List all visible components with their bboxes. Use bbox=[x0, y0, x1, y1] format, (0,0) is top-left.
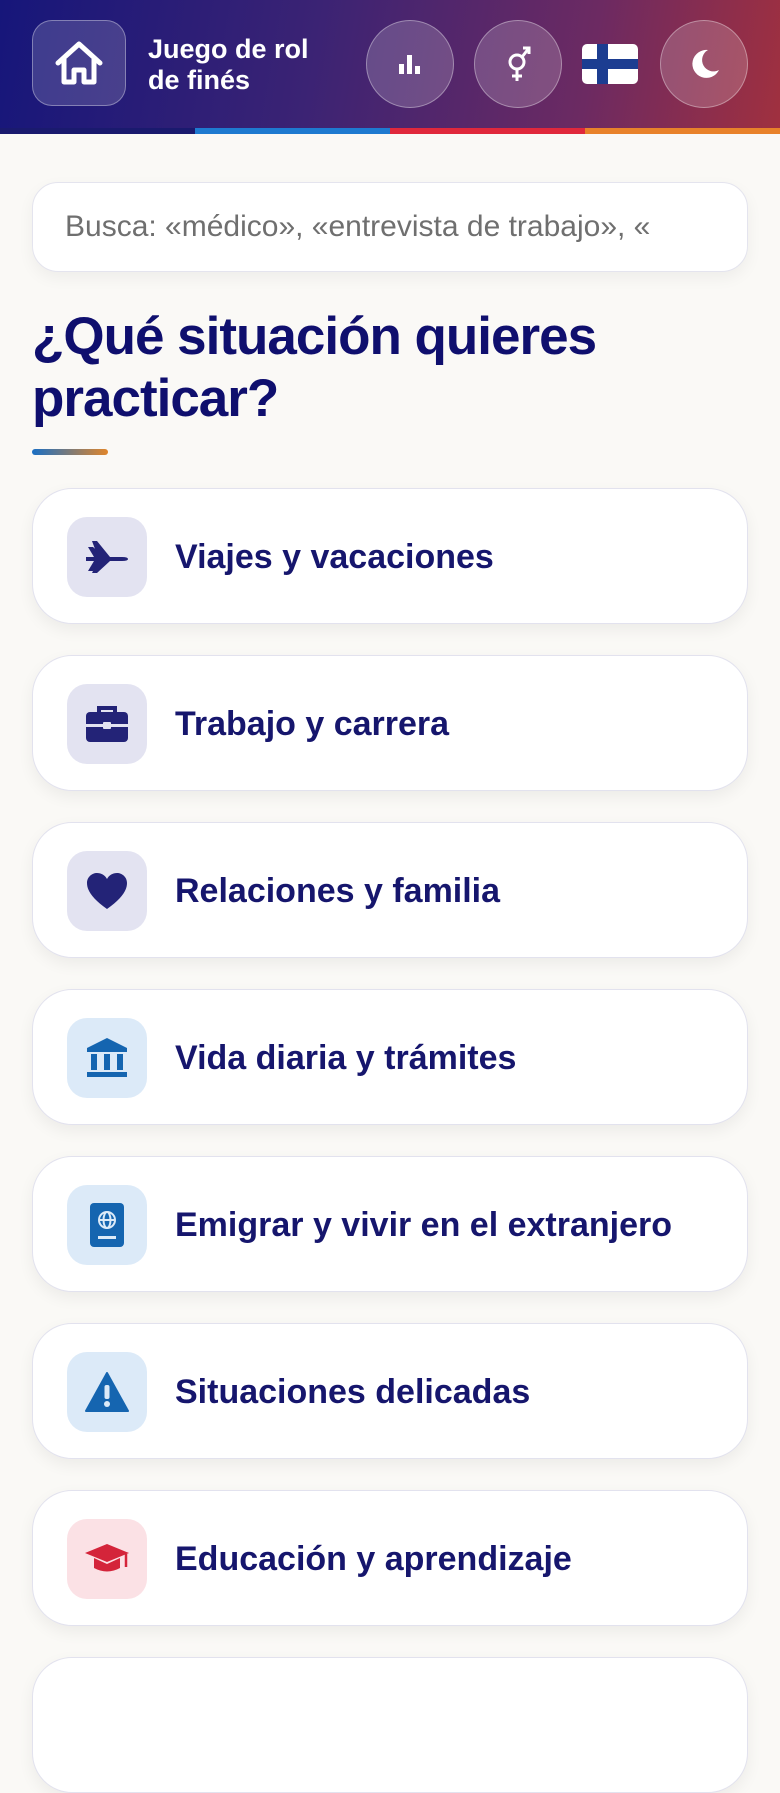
title-underline bbox=[32, 449, 108, 455]
briefcase-icon bbox=[67, 684, 147, 764]
category-label: Viajes y vacaciones bbox=[175, 537, 494, 576]
category-label: Situaciones delicadas bbox=[175, 1372, 531, 1411]
category-card-work[interactable]: Trabajo y carrera bbox=[32, 655, 748, 791]
bank-icon bbox=[67, 1018, 147, 1098]
gender-button[interactable] bbox=[474, 20, 562, 108]
category-label: Educación y aprendizaje bbox=[175, 1539, 572, 1578]
category-card-travel[interactable]: Viajes y vacaciones bbox=[32, 488, 748, 624]
warning-icon bbox=[67, 1352, 147, 1432]
heart-icon bbox=[67, 851, 147, 931]
gender-icon bbox=[508, 46, 531, 81]
graduation-cap-icon bbox=[67, 1519, 147, 1599]
category-label: Relaciones y familia bbox=[175, 871, 501, 910]
category-card-emigration[interactable]: Emigrar y vivir en el extranjero bbox=[32, 1156, 748, 1292]
category-label: Emigrar y vivir en el extranjero bbox=[175, 1205, 673, 1244]
finnish-flag-icon[interactable] bbox=[582, 44, 638, 84]
category-card-education[interactable]: Educación y aprendizaje bbox=[32, 1490, 748, 1626]
home-icon bbox=[55, 41, 103, 85]
page-title: ¿Qué situación quieres practicar? bbox=[32, 307, 597, 428]
header-stripe bbox=[0, 128, 780, 134]
category-label: Trabajo y carrera bbox=[175, 704, 450, 743]
bar-chart-icon bbox=[399, 55, 420, 74]
category-card-daily-life[interactable]: Vida diaria y trámites bbox=[32, 989, 748, 1125]
stats-button[interactable] bbox=[366, 20, 454, 108]
home-button[interactable] bbox=[32, 20, 126, 106]
moon-icon bbox=[692, 49, 719, 78]
app-title: Juego de rol de finés bbox=[148, 34, 348, 96]
app-title-line-2: de finés bbox=[148, 65, 251, 95]
dark-mode-button[interactable] bbox=[660, 20, 748, 108]
airplane-icon bbox=[67, 517, 147, 597]
category-label: Vida diaria y trámites bbox=[175, 1038, 517, 1077]
category-card-delicate[interactable]: Situaciones delicadas bbox=[32, 1323, 748, 1459]
app-title-line-1: Juego de rol bbox=[148, 34, 309, 64]
category-card-relationships[interactable]: Relaciones y familia bbox=[32, 822, 748, 958]
search-input[interactable] bbox=[32, 182, 748, 272]
passport-icon bbox=[67, 1185, 147, 1265]
category-card-partial[interactable] bbox=[32, 1657, 748, 1793]
